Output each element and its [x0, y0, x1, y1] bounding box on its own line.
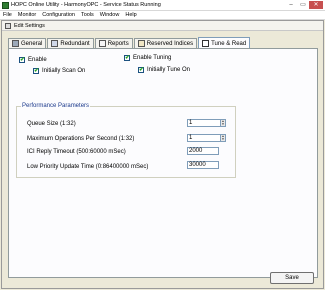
- checkbox-box: ✔: [138, 67, 145, 73]
- tab-label: Reports: [107, 40, 129, 47]
- dialog-title: Edit Settings: [14, 22, 45, 29]
- initially-scan-on-checkbox[interactable]: ✔ Initially Scan On: [33, 68, 85, 74]
- queue-size-input[interactable]: 1: [187, 119, 221, 127]
- queue-size-stepper[interactable]: 1 ▲ ▼: [187, 119, 226, 127]
- performance-parameters-group: Performance Parameters Queue Size (1:32)…: [16, 103, 236, 178]
- enable-tuning-checkbox[interactable]: ✔ Enable Tuning: [124, 55, 171, 61]
- menu-file[interactable]: File: [0, 12, 15, 18]
- checkbox-box: ✔: [124, 55, 131, 61]
- menu-bar: File Monitor Configuration Tools Window …: [0, 11, 325, 20]
- menu-window[interactable]: Window: [97, 12, 123, 18]
- enable-checkbox[interactable]: ✔ Enable: [19, 57, 47, 63]
- tab-reports[interactable]: Reports: [94, 38, 133, 48]
- checkbox-label: Enable Tuning: [133, 55, 172, 61]
- low-priority-input[interactable]: 30000: [187, 161, 219, 169]
- window-controls: – ▭ ✕: [285, 1, 323, 9]
- max-ops-stepper[interactable]: 1 ▲ ▼: [187, 134, 226, 142]
- tab-label: Redundant: [60, 40, 90, 47]
- checkbox-box: ✔: [33, 68, 40, 74]
- tab-label: Tune & Read: [211, 40, 247, 47]
- max-ops-input[interactable]: 1: [187, 134, 221, 142]
- menu-help[interactable]: Help: [122, 12, 139, 18]
- checkbox-label: Initially Scan On: [42, 68, 86, 74]
- tab-reserved-indices[interactable]: Reserved Indices: [133, 38, 198, 48]
- minimize-icon[interactable]: –: [285, 1, 297, 9]
- wrench-icon: [12, 40, 19, 47]
- tab-label: General: [21, 40, 43, 47]
- settings-window-icon: [5, 22, 11, 29]
- checkbox-label: Initially Tune On: [147, 67, 191, 73]
- menu-monitor[interactable]: Monitor: [15, 12, 39, 18]
- maximize-icon[interactable]: ▭: [297, 1, 309, 9]
- dialog-title-bar: Edit Settings: [2, 21, 323, 31]
- tab-general[interactable]: General: [8, 38, 47, 48]
- tab-label: Reserved Indices: [146, 40, 194, 47]
- ici-timeout-input[interactable]: 2000: [187, 147, 219, 155]
- tune-icon: [202, 40, 210, 47]
- save-button[interactable]: Save: [270, 272, 314, 284]
- tab-redundant[interactable]: Redundant: [47, 38, 94, 48]
- app-icon: [2, 1, 9, 9]
- reports-icon: [98, 40, 106, 47]
- checkbox-label: Enable: [28, 57, 47, 63]
- spin-down-icon[interactable]: ▼: [221, 138, 225, 141]
- menu-configuration[interactable]: Configuration: [39, 12, 78, 18]
- menu-tools[interactable]: Tools: [78, 12, 97, 18]
- max-ops-label: Maximum Operations Per Second (1:32): [27, 136, 135, 142]
- spinner-buttons: ▲ ▼: [221, 119, 226, 127]
- checkbox-box: ✔: [19, 57, 26, 63]
- tab-strip: General Redundant Reports Reserved Indic…: [8, 36, 251, 49]
- reserved-icon: [137, 40, 145, 47]
- title-bar: HOPC Online Utility - HarmonyOPC - Servi…: [0, 0, 325, 11]
- app-title: HOPC Online Utility - HarmonyOPC - Servi…: [11, 2, 161, 8]
- queue-size-label: Queue Size (1:32): [27, 121, 76, 127]
- edit-settings-window: Edit Settings General Redundant Reports …: [1, 20, 324, 289]
- low-priority-label: Low Priority Update Time (0:86400000 mSe…: [27, 164, 149, 170]
- group-legend: Performance Parameters: [21, 103, 91, 109]
- spin-down-icon[interactable]: ▼: [221, 123, 225, 126]
- close-icon[interactable]: ✕: [309, 1, 323, 9]
- initially-tune-on-checkbox[interactable]: ✔ Initially Tune On: [138, 67, 190, 73]
- redundant-icon: [51, 40, 59, 47]
- spinner-buttons: ▲ ▼: [221, 134, 226, 142]
- ici-timeout-label: ICI Reply Timeout (500:60000 mSec): [27, 149, 126, 155]
